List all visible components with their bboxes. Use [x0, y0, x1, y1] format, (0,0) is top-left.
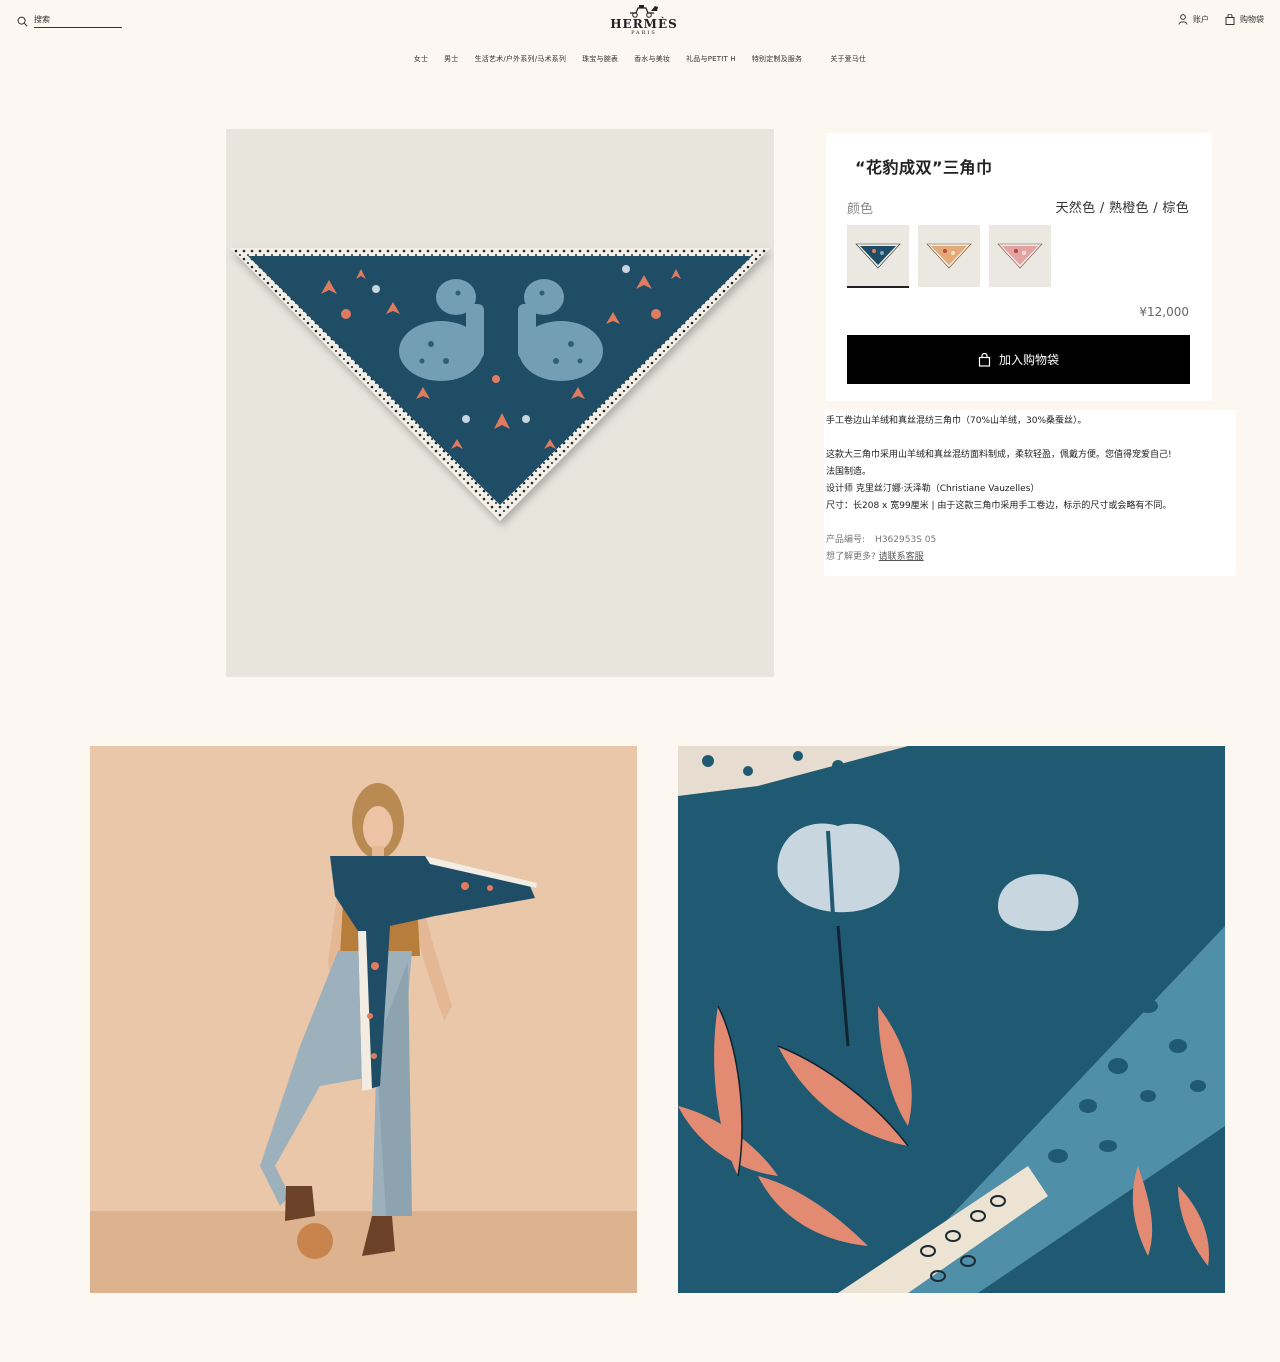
swatch-pink-scarf — [997, 243, 1043, 269]
nav-fragrance-beauty[interactable]: 香水与美妆 — [626, 54, 678, 64]
triangle-scarf-illustration — [230, 248, 770, 521]
product-code: 产品编号: H362953S 05 — [826, 532, 1234, 549]
swatch-orange[interactable] — [918, 225, 980, 287]
search-bar[interactable] — [17, 15, 122, 28]
account-label: 账户 — [1193, 15, 1209, 24]
description-body: 这款大三角巾采用山羊绒和真丝混纺面料制成，柔软轻盈，佩戴方便。您值得宠爱自己! — [826, 450, 1172, 460]
color-label: 颜色 — [847, 202, 874, 217]
nav-about[interactable]: 关于爱马仕 — [822, 54, 874, 64]
shopping-bag-icon — [1225, 14, 1235, 25]
nav-gifts-petit-h[interactable]: 礼品与PETIT H — [678, 54, 744, 64]
description-origin: 法国制造。 — [826, 467, 872, 477]
nav-home-outdoor-equestrian[interactable]: 生活艺术/户外系列/马术系列 — [467, 54, 575, 64]
swatch-blue[interactable] — [847, 225, 909, 288]
contact-service-link[interactable]: 请联系客服 — [879, 552, 924, 562]
color-value: 天然色 / 熟橙色 / 棕色 — [1055, 201, 1189, 216]
search-input[interactable] — [34, 15, 122, 28]
product-main-image[interactable] — [226, 129, 774, 677]
account-link[interactable]: 账户 — [1178, 14, 1209, 25]
product-code-value: H362953S 05 — [875, 535, 937, 545]
hermes-logo[interactable]: HERMÈS PARIS — [600, 4, 688, 37]
search-icon[interactable] — [17, 16, 28, 27]
shopping-bag-icon — [978, 352, 991, 367]
scarf-detail-closeup-image[interactable] — [678, 746, 1225, 1293]
user-icon — [1178, 14, 1188, 25]
nav-jewelry-watches[interactable]: 珠宝与腕表 — [574, 54, 626, 64]
add-to-cart-button[interactable]: 加入购物袋 — [847, 335, 1190, 384]
logo-brand: HERMÈS — [610, 17, 678, 31]
scarf-closeup-illustration — [678, 746, 1225, 1293]
cart-link[interactable]: 购物袋 — [1225, 14, 1264, 25]
carriage-icon — [630, 5, 658, 18]
product-title: “花豹成双”三角巾 — [855, 158, 993, 177]
description-designer: 设计师 克里丝汀娜·沃泽勒（Christiane Vauzelles） — [826, 484, 1040, 494]
description-size: 尺寸：长208 x 宽99厘米 | 由于这款三角巾采用手工卷边，标示的尺寸或会略… — [826, 501, 1172, 511]
swatch-blue-scarf — [855, 243, 901, 269]
product-description: 手工卷边山羊绒和真丝混纺三角巾（70%山羊绒，30%桑蚕丝）。 这款大三角巾采用… — [824, 410, 1236, 576]
product-price: ¥12,000 — [1139, 305, 1189, 319]
model-wearing-scarf-image[interactable] — [90, 746, 637, 1293]
contact-line: 想了解更多? 请联系客服 — [826, 549, 1234, 566]
nav-separator — [810, 54, 822, 64]
nav-special-services[interactable]: 特别定制及服务 — [744, 54, 810, 64]
main-navigation: 女士 男士 生活艺术/户外系列/马术系列 珠宝与腕表 香水与美妆 礼品与PETI… — [0, 54, 1280, 64]
nav-men[interactable]: 男士 — [436, 54, 466, 64]
add-to-cart-label: 加入购物袋 — [998, 353, 1059, 367]
nav-women[interactable]: 女士 — [406, 54, 436, 64]
logo-city: PARIS — [631, 30, 657, 36]
more-info-label: 想了解更多? — [826, 552, 876, 562]
color-swatches — [847, 225, 1051, 288]
swatch-pink[interactable] — [989, 225, 1051, 287]
model-illustration — [90, 746, 637, 1293]
cart-label: 购物袋 — [1240, 15, 1264, 24]
description-material: 手工卷边山羊绒和真丝混纺三角巾（70%山羊绒，30%桑蚕丝）。 — [826, 416, 1087, 426]
swatch-orange-scarf — [926, 243, 972, 269]
product-code-label: 产品编号: — [826, 535, 866, 545]
